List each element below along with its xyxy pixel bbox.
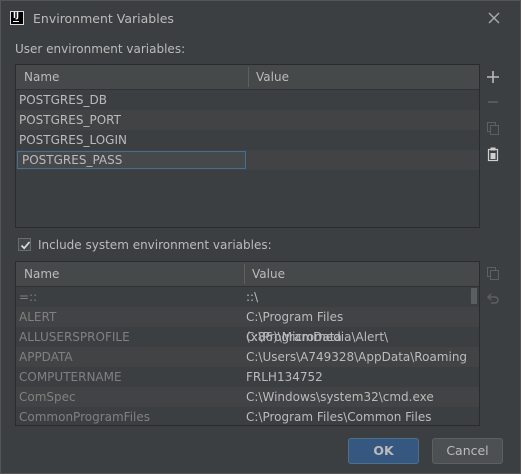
system-vars-toolbar [480,261,506,426]
table-row[interactable]: COMPUTERNAME FRLH134752 [16,367,479,387]
undo-icon[interactable] [485,291,501,307]
dialog-title: Environment Variables [33,11,174,26]
table-row[interactable]: ComSpec C:\Windows\system32\cmd.exe [16,387,479,407]
vertical-scrollbar[interactable] [471,288,477,304]
column-header-value[interactable]: Value [244,262,470,286]
var-value: ::\ [246,290,259,304]
include-system-vars-checkbox[interactable] [18,238,31,251]
table-row[interactable]: =:: ::\ [16,287,479,307]
table-row[interactable]: APPDATA C:\Users\A749328\AppData\Roaming [16,347,479,367]
cancel-button[interactable]: Cancel [432,438,503,464]
remove-icon[interactable] [485,94,501,110]
table-row-editing[interactable]: POSTGRES_PASS [16,150,479,170]
var-name: POSTGRES_DB [19,93,107,107]
system-vars-header: Name Value [16,262,479,287]
var-name: ALERT [19,310,57,324]
var-name: COMPUTERNAME [19,370,122,384]
user-vars-label: User environment variables: [15,42,186,56]
var-name: =:: [19,290,38,304]
user-vars-table: Name Value POSTGRES_DB POSTGRES_PORT POS… [15,64,480,228]
column-header-value[interactable]: Value [248,65,479,89]
copy-icon[interactable] [485,265,501,281]
var-value: C:\ProgramData [246,330,342,344]
title-bar: IJ Environment Variables [1,1,520,37]
intellij-icon: IJ [10,11,24,25]
user-vars-toolbar [480,64,506,228]
table-row[interactable]: POSTGRES_DB [16,90,479,110]
var-value: FRLH134752 [246,370,323,384]
include-system-vars-label[interactable]: Include system environment variables: [38,238,272,252]
user-vars-header: Name Value [16,65,479,90]
column-header-name[interactable]: Name [16,262,244,286]
var-name: ComSpec [19,390,76,404]
add-icon[interactable] [485,69,501,85]
column-header-name[interactable]: Name [16,65,248,89]
var-value: C:\Program Files\Common Files [246,410,432,424]
table-row[interactable]: POSTGRES_LOGIN [16,130,479,150]
ok-button[interactable]: OK [348,438,419,464]
close-icon[interactable] [485,9,503,27]
table-row[interactable]: ALLUSERSPROFILE C:\ProgramData [16,327,479,347]
copy-icon[interactable] [485,120,501,136]
var-value: C:\Windows\system32\cmd.exe [246,390,434,404]
var-name: APPDATA [19,350,73,364]
var-value: C:\Users\A749328\AppData\Roaming [246,350,468,364]
system-vars-table: Name Value =:: ::\ ALERT C:\Program File… [15,261,480,426]
app-icon-text: IJ [13,11,19,20]
table-row[interactable]: ALERT C:\Program Files (x86)\Micromedia\… [16,307,479,344]
var-name: POSTGRES_PORT [19,113,121,127]
var-name: ALLUSERSPROFILE [19,330,130,344]
paste-icon[interactable] [485,146,501,162]
name-edit-field[interactable]: POSTGRES_PASS [17,151,246,169]
table-row[interactable]: CommonProgramFiles C:\Program Files\Comm… [16,407,479,425]
var-name: POSTGRES_LOGIN [19,133,127,147]
environment-variables-dialog: IJ Environment Variables User environmen… [0,0,521,474]
var-name: CommonProgramFiles [19,410,151,424]
table-row[interactable]: POSTGRES_PORT [16,110,479,130]
